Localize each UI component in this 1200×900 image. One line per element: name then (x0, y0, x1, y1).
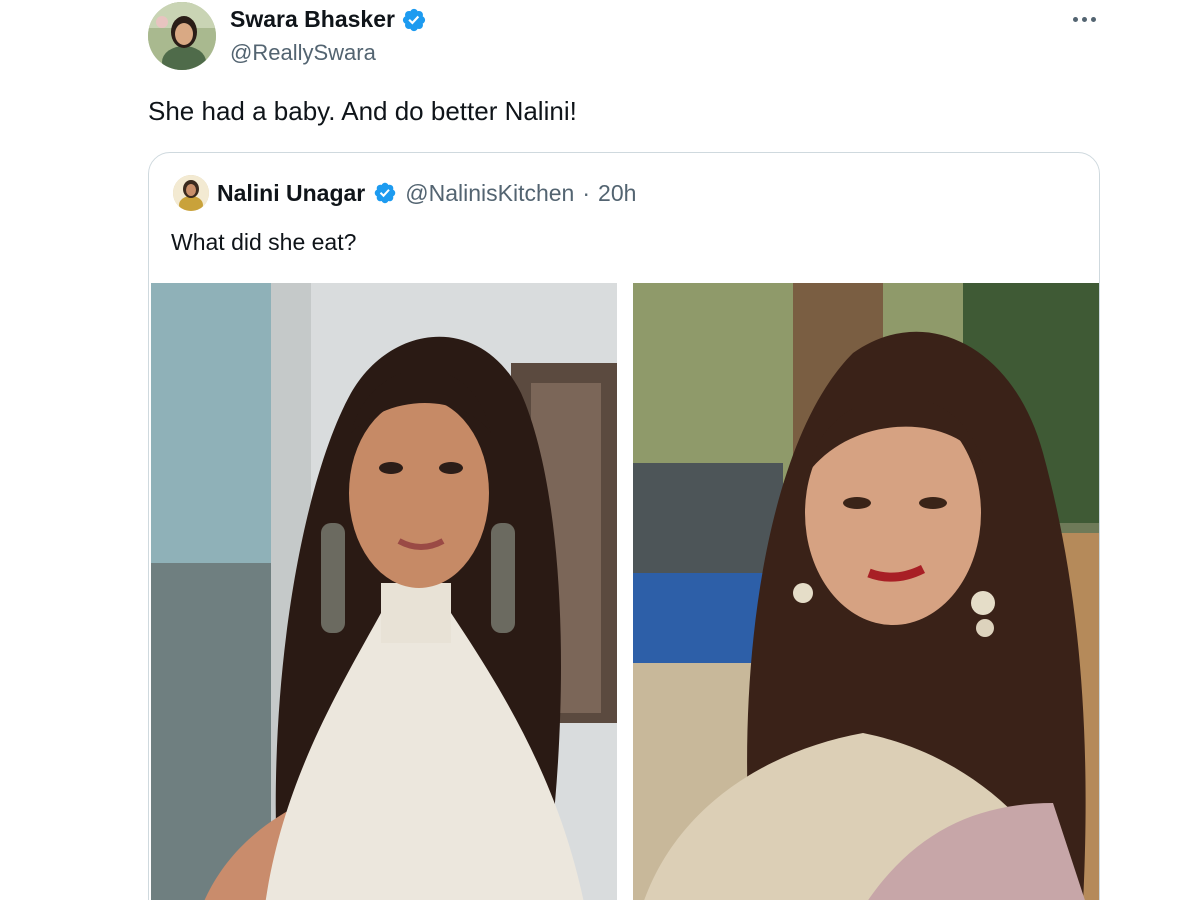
quoted-tweet-timestamp[interactable]: 20h (598, 180, 636, 207)
verified-badge-icon (402, 8, 426, 31)
media-photo-1[interactable] (151, 283, 617, 900)
tweet-text: She had a baby. And do better Nalini! (148, 96, 577, 126)
quoted-tweet-card[interactable]: Nalini Unagar @NalinisKitchen · 20h What… (148, 152, 1100, 900)
more-options-button[interactable] (1064, 4, 1104, 34)
separator-dot: · (582, 179, 591, 206)
author-name-row: Swara Bhasker (230, 6, 427, 33)
author-display-name[interactable]: Swara Bhasker (230, 6, 395, 33)
quoted-tweet-media (151, 283, 1099, 900)
quoted-tweet-text: What did she eat? (171, 229, 357, 255)
quoted-author-avatar[interactable] (173, 175, 209, 211)
media-photo-2[interactable] (633, 283, 1099, 900)
verified-badge-icon (375, 182, 396, 204)
quoted-author-display-name[interactable]: Nalini Unagar (217, 180, 365, 207)
more-horizontal-icon (1072, 16, 1078, 22)
quoted-author-handle[interactable]: @NalinisKitchen (405, 180, 574, 207)
author-avatar[interactable] (148, 2, 216, 70)
tweet: Swara Bhasker @ReallySwara She had a bab… (0, 0, 1200, 900)
quoted-tweet-header: Nalini Unagar @NalinisKitchen · 20h (173, 175, 636, 211)
author-handle[interactable]: @ReallySwara (230, 40, 376, 66)
